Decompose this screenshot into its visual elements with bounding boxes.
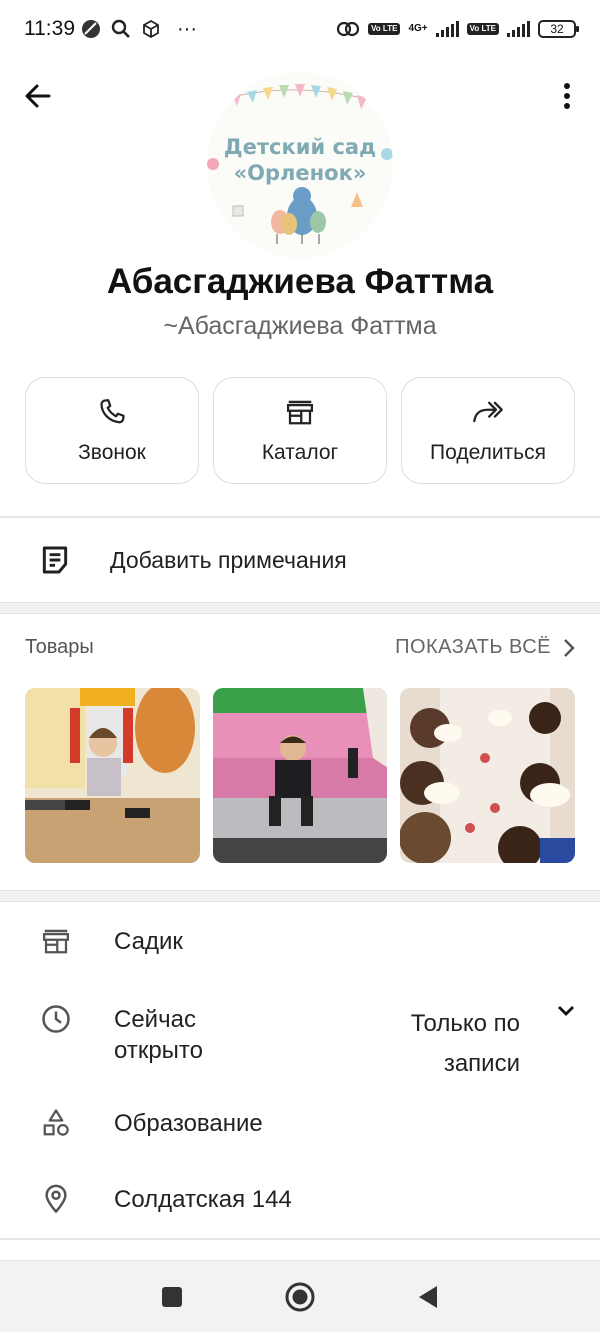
share-button-label: Поделиться xyxy=(430,440,546,464)
hours-expand-button[interactable] xyxy=(556,1004,576,1023)
shapes-icon xyxy=(43,1109,69,1136)
avatar-title-line1: Детский сад xyxy=(224,135,376,159)
open-status-line1: Сейчас xyxy=(114,1006,196,1033)
address-link[interactable]: Солдатская 144 xyxy=(114,1184,292,1215)
recents-button[interactable] xyxy=(160,1285,184,1309)
network-type: 4G+ xyxy=(408,23,428,34)
store-icon xyxy=(287,400,313,424)
clock-icon-wrap xyxy=(0,1004,114,1034)
products-header: Товары ПОКАЗАТЬ ВСЁ xyxy=(25,636,575,659)
open-status-line2: открыто xyxy=(114,1037,203,1064)
note-icon-wrap xyxy=(0,544,110,576)
product-photo-1[interactable] xyxy=(25,688,200,863)
category-icon-wrap xyxy=(0,926,114,956)
kindergarten-logo: Детский сад «Орленок» xyxy=(207,84,393,244)
show-all-button[interactable]: ПОКАЗАТЬ ВСЁ xyxy=(395,636,575,659)
status-notification-icons: ··· xyxy=(81,18,197,41)
show-all-label: ПОКАЗАТЬ ВСЁ xyxy=(395,636,551,658)
business-category: Садик xyxy=(114,928,183,955)
shapes-icon-wrap xyxy=(0,1108,114,1138)
catalog-button-label: Каталог xyxy=(261,440,339,464)
home-button[interactable] xyxy=(284,1281,316,1313)
status-time: 11:39 xyxy=(24,17,75,40)
section-divider xyxy=(0,602,600,614)
signal-icon-1 xyxy=(435,21,459,37)
more-vertical-icon xyxy=(564,83,570,109)
back-button[interactable] xyxy=(20,78,56,114)
location-icon-wrap xyxy=(0,1184,114,1214)
catalog-button[interactable]: Каталог xyxy=(213,377,387,484)
system-nav-bar xyxy=(0,1260,600,1332)
category-row: Садик xyxy=(0,926,600,957)
call-button-label: Звонок xyxy=(78,440,146,464)
add-notes-label: Добавить примечания xyxy=(110,546,347,573)
share-icon xyxy=(473,401,503,422)
store-icon xyxy=(43,929,69,954)
more-notifications-icon: ··· xyxy=(177,17,197,40)
note-icon xyxy=(42,546,68,574)
product-photo-3[interactable] xyxy=(400,688,576,863)
volte-badge-1: Vo LTE xyxy=(368,23,401,35)
more-options-button[interactable] xyxy=(552,78,582,114)
location-pin-icon xyxy=(45,1184,67,1214)
hours-line1: Только по xyxy=(410,1010,520,1037)
section-divider xyxy=(0,890,600,902)
status-system-icons: Vo LTE 4G+ Vo LTE 32 xyxy=(336,19,579,39)
add-notes-row[interactable]: Добавить примечания xyxy=(0,518,600,602)
cube-icon xyxy=(143,19,159,39)
avatar-title-line2: «Орленок» xyxy=(234,161,367,185)
chevron-right-icon xyxy=(564,638,575,657)
arrow-left-icon xyxy=(25,84,51,108)
battery-icon: 32 xyxy=(538,20,579,38)
action-buttons: Звонок Каталог Поделиться xyxy=(25,377,575,484)
products-carousel xyxy=(25,688,576,863)
link-icon xyxy=(336,21,360,37)
profile-name: Абасгаджиева Фаттма xyxy=(106,262,494,301)
divider xyxy=(0,1238,600,1240)
moon-icon xyxy=(82,20,100,38)
search-icon xyxy=(111,19,130,38)
profile-subtitle: ~Абасгаджиева Фаттма xyxy=(163,312,437,340)
address-row[interactable]: Солдатская 144 xyxy=(0,1184,600,1215)
volte-badge-2: Vo LTE xyxy=(466,23,499,35)
phone-icon xyxy=(100,398,125,423)
product-photo-2[interactable] xyxy=(212,688,388,863)
clock-icon xyxy=(42,1005,70,1033)
business-type: Образование xyxy=(114,1110,263,1137)
back-nav-button[interactable] xyxy=(416,1284,440,1310)
status-bar: 11:39 ··· Vo LTE 4G+ Vo LTE 32 xyxy=(0,0,600,58)
share-button[interactable]: Поделиться xyxy=(401,377,575,484)
signal-icon-2 xyxy=(507,21,530,37)
profile-avatar[interactable]: Детский сад «Орленок» xyxy=(207,72,393,258)
open-status: Сейчас открыто xyxy=(114,1004,203,1066)
hours-text[interactable]: Только по записи xyxy=(380,1004,520,1084)
call-button[interactable]: Звонок xyxy=(25,377,199,484)
hours-line2: записи xyxy=(443,1050,520,1077)
products-title: Товары xyxy=(25,636,94,658)
chevron-down-icon xyxy=(558,1006,574,1016)
business-type-row: Образование xyxy=(0,1108,600,1139)
